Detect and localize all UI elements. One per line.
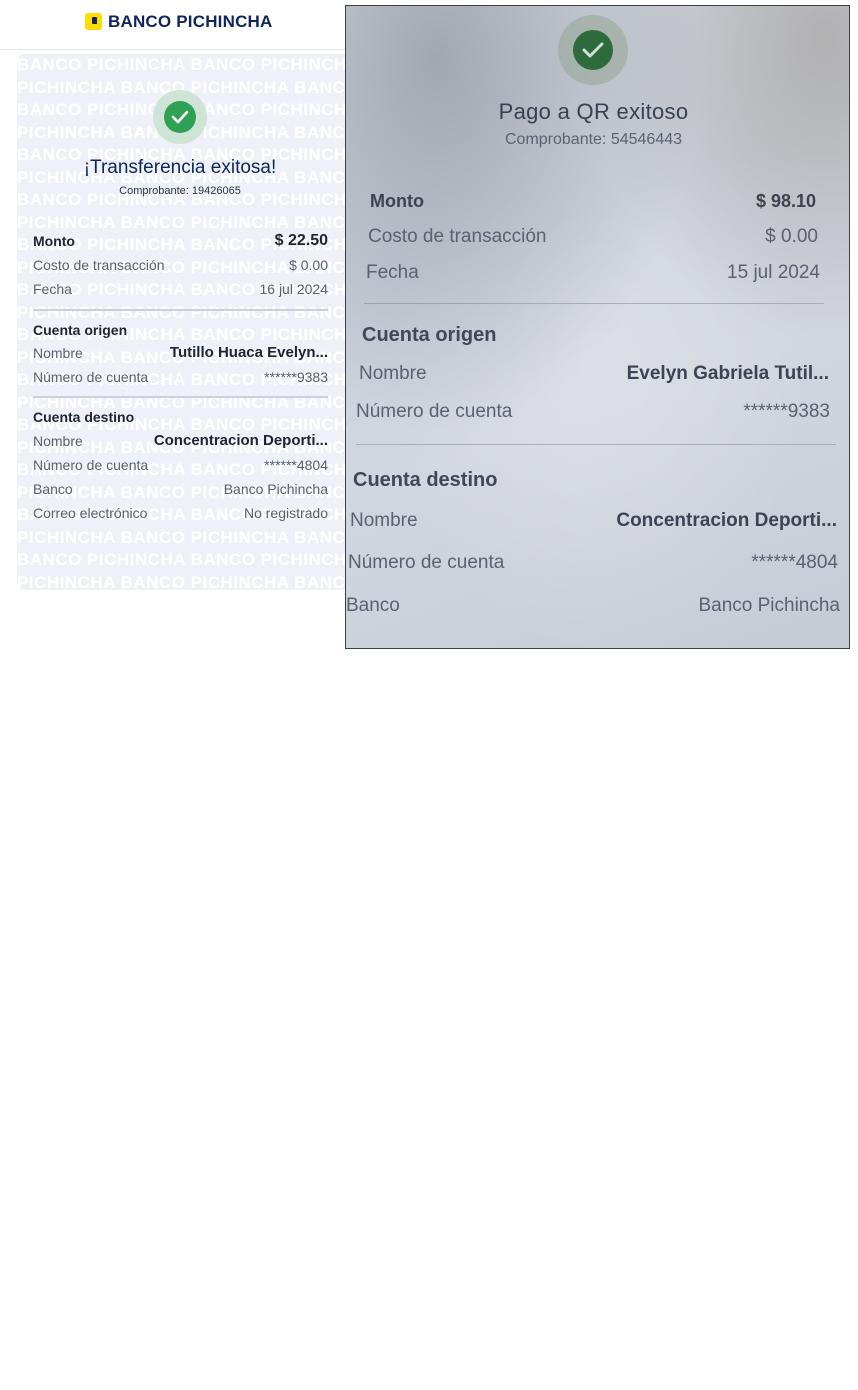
photo-date-value: 15 jul 2024	[727, 262, 820, 283]
photo-origin-account-value: ******9383	[743, 401, 830, 422]
origin-name-value: Tutillo Huaca Evelyn...	[169, 344, 328, 361]
photo-receipt-title: Pago a QR exitoso	[498, 99, 689, 124]
amount-label: Monto	[33, 233, 75, 249]
photo-destination-bank-value: Banco Pichincha	[698, 595, 840, 616]
watermark-line: BANCO PICHINCHA BANCO PICHINCHA BANCO PI…	[17, 550, 362, 569]
photo-date-label: Fecha	[366, 262, 419, 283]
photo-fee-row: Costo de transacción $ 0.00	[368, 223, 818, 251]
photo-destination-account-row: Número de cuenta ******4804	[348, 549, 838, 577]
destination-account-label: Número de cuenta	[33, 457, 149, 473]
fee-label: Costo de transacción	[33, 257, 165, 273]
photo-origin-title: Cuenta origen	[362, 324, 497, 346]
photo-destination-title: Cuenta destino	[353, 469, 498, 491]
photo-amount-value: $ 98.10	[755, 191, 816, 211]
banco-pichincha-logo-icon	[85, 13, 102, 30]
receipt-card: BANCO PICHINCHA BANCO PICHINCHA BANCO PI…	[17, 54, 362, 590]
destination-email-label: Correo electrónico	[33, 505, 148, 521]
success-badge	[153, 90, 207, 144]
origin-account-row: Número de cuenta ******9383	[33, 366, 328, 388]
brand-name: BANCO PICHINCHA	[108, 12, 273, 31]
destination-name-row: Nombre Concentracion Deporti...	[33, 430, 328, 452]
origin-account-label: Número de cuenta	[33, 369, 149, 385]
receipt-number: Comprobante: 19426065	[119, 185, 241, 197]
success-badge	[558, 15, 628, 85]
watermark-line: BANCO PICHINCHA BANCO PICHINCHA BANCO PI…	[17, 572, 362, 591]
qr-payment-photo: Pago a QR exitoso Comprobante: 54546443 …	[345, 5, 850, 649]
photo-amount-label: Monto	[370, 191, 424, 211]
app-header: BANCO PICHINCHA	[0, 0, 345, 50]
destination-email-value: No registrado	[243, 505, 328, 521]
photo-destination-account-label: Número de cuenta	[348, 552, 505, 573]
destination-bank-value: Banco Pichincha	[223, 481, 328, 497]
date-row: Fecha 16 jul 2024	[33, 278, 328, 300]
photo-destination-name-label: Nombre	[350, 510, 418, 531]
fee-value: $ 0.00	[289, 257, 328, 273]
transfer-receipt-panel: BANCO PICHINCHA BANCO PICHINCHA BANCO PI…	[0, 0, 362, 600]
photo-destination-bank-label: Banco	[346, 595, 400, 616]
photo-date-row: Fecha 15 jul 2024	[366, 259, 820, 287]
check-circle-icon	[164, 101, 196, 133]
photo-destination-name-value: Concentracion Deporti...	[616, 510, 837, 531]
photo-fee-value: $ 0.00	[765, 226, 818, 247]
amount-row: Monto $ 22.50	[33, 230, 328, 252]
check-circle-icon	[573, 30, 613, 70]
origin-account-title: Cuenta origen	[33, 322, 128, 338]
photo-receipt-number: Comprobante: 54546443	[504, 131, 683, 148]
photo-origin-name-label: Nombre	[359, 363, 427, 384]
photo-origin-name-row: Nombre Evelyn Gabriela Tutil...	[359, 360, 829, 388]
photo-amount-row: Monto $ 98.10	[370, 187, 816, 215]
destination-account-title: Cuenta destino	[33, 409, 135, 425]
watermark-line: BANCO PICHINCHA BANCO PICHINCHA BANCO PI…	[17, 527, 362, 547]
destination-bank-label: Banco	[33, 481, 73, 497]
origin-name-label: Nombre	[33, 345, 83, 361]
origin-name-row: Nombre Tutillo Huaca Evelyn...	[33, 342, 328, 364]
photo-fee-label: Costo de transacción	[368, 226, 547, 247]
date-value: 16 jul 2024	[259, 281, 328, 297]
section-divider	[364, 303, 824, 304]
origin-account-value: ******9383	[264, 369, 328, 385]
destination-account-value: ******4804	[264, 457, 328, 473]
destination-account-row: Número de cuenta ******4804	[33, 454, 328, 476]
photo-origin-account-row: Número de cuenta ******9383	[356, 398, 830, 426]
destination-name-label: Nombre	[33, 433, 83, 449]
section-divider	[356, 444, 836, 445]
receipt-title: ¡Transferencia exitosa!	[83, 157, 277, 178]
photo-origin-name-value: Evelyn Gabriela Tutil...	[626, 363, 829, 384]
section-divider	[33, 309, 328, 311]
photo-destination-name-row: Nombre Concentracion Deporti...	[350, 507, 837, 535]
destination-bank-row: Banco Banco Pichincha	[33, 478, 328, 500]
section-divider	[33, 396, 328, 398]
watermark-line: BANCO PICHINCHA BANCO PICHINCHA BANCO PI…	[17, 55, 362, 74]
amount-value: $ 22.50	[274, 232, 328, 249]
destination-email-row: Correo electrónico No registrado	[33, 502, 328, 524]
date-label: Fecha	[33, 281, 72, 297]
photo-origin-account-label: Número de cuenta	[356, 401, 513, 422]
photo-destination-account-value: ******4804	[751, 552, 838, 573]
fee-row: Costo de transacción $ 0.00	[33, 254, 328, 276]
photo-destination-bank-row: Banco Banco Pichincha	[346, 592, 840, 620]
destination-name-value: Concentracion Deporti...	[153, 432, 328, 449]
